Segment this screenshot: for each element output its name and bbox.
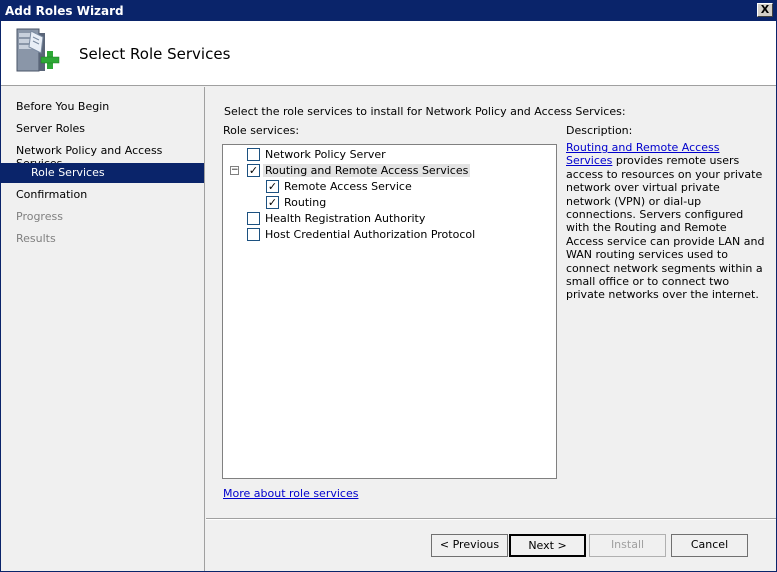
cancel-button[interactable]: Cancel (671, 534, 748, 557)
instruction-text: Select the role services to install for … (224, 105, 626, 118)
sidebar-item-results: Results (16, 232, 56, 245)
sidebar-item-role-services[interactable]: Role Services (1, 163, 204, 183)
button-divider (206, 518, 776, 520)
wizard-header: Select Role Services (1, 21, 776, 86)
sidebar-item-before-you-begin[interactable]: Before You Begin (1, 97, 204, 117)
collapse-icon[interactable]: − (230, 166, 239, 175)
page-title: Select Role Services (79, 45, 231, 63)
tree-item-network-policy-server[interactable]: Network Policy Server (223, 147, 553, 163)
wizard-steps-sidebar: Before You Begin Server Roles Network Po… (1, 87, 205, 571)
sidebar-item-server-roles[interactable]: Server Roles (1, 119, 204, 139)
title-bar: Add Roles Wizard X (1, 1, 776, 21)
checkbox[interactable] (247, 212, 260, 225)
role-services-tree[interactable]: Network Policy Server − ✓ Routing and Re… (222, 144, 557, 479)
tree-item-remote-access-service[interactable]: ✓ Remote Access Service (223, 179, 553, 195)
checkbox[interactable] (247, 228, 260, 241)
tree-item-label: Host Credential Authorization Protocol (265, 228, 476, 241)
install-button: Install (589, 534, 666, 557)
checkbox[interactable]: ✓ (266, 196, 279, 209)
tree-item-label: Routing and Remote Access Services (263, 164, 471, 177)
tree-item-label: Network Policy Server (265, 148, 386, 161)
description-text: Routing and Remote Access Services provi… (566, 141, 766, 302)
close-button[interactable]: X (757, 3, 773, 17)
tree-item-label: Health Registration Authority (265, 212, 426, 225)
tree-item-label: Remote Access Service (284, 180, 412, 193)
tree-item-label: Routing (284, 196, 327, 209)
sidebar-item-network-policy[interactable]: Network Policy and Access Services (1, 141, 204, 170)
server-add-icon (16, 28, 60, 72)
checkbox[interactable] (247, 148, 260, 161)
tree-item-health-registration[interactable]: Health Registration Authority (223, 211, 553, 227)
tree-item-host-credential[interactable]: Host Credential Authorization Protocol (223, 227, 553, 243)
description-body: provides remote users access to resource… (566, 154, 765, 302)
previous-button[interactable]: < Previous (431, 534, 508, 557)
sidebar-item-progress: Progress (16, 210, 63, 223)
more-about-role-services-link[interactable]: More about role services (223, 487, 358, 500)
main-content: Select the role services to install for … (206, 87, 776, 571)
tree-item-routing[interactable]: ✓ Routing (223, 195, 553, 211)
description-label: Description: (566, 124, 633, 137)
window-title: Add Roles Wizard (5, 4, 124, 18)
role-services-label: Role services: (223, 124, 300, 137)
checkbox[interactable]: ✓ (266, 180, 279, 193)
close-icon: X (760, 3, 770, 16)
next-button[interactable]: Next > (509, 534, 586, 557)
wizard-window: Add Roles Wizard X Select Role Services … (0, 0, 777, 572)
sidebar-item-confirmation[interactable]: Confirmation (1, 185, 204, 205)
tree-item-routing-remote-access[interactable]: − ✓ Routing and Remote Access Services (223, 163, 553, 179)
checkbox[interactable]: ✓ (247, 164, 260, 177)
